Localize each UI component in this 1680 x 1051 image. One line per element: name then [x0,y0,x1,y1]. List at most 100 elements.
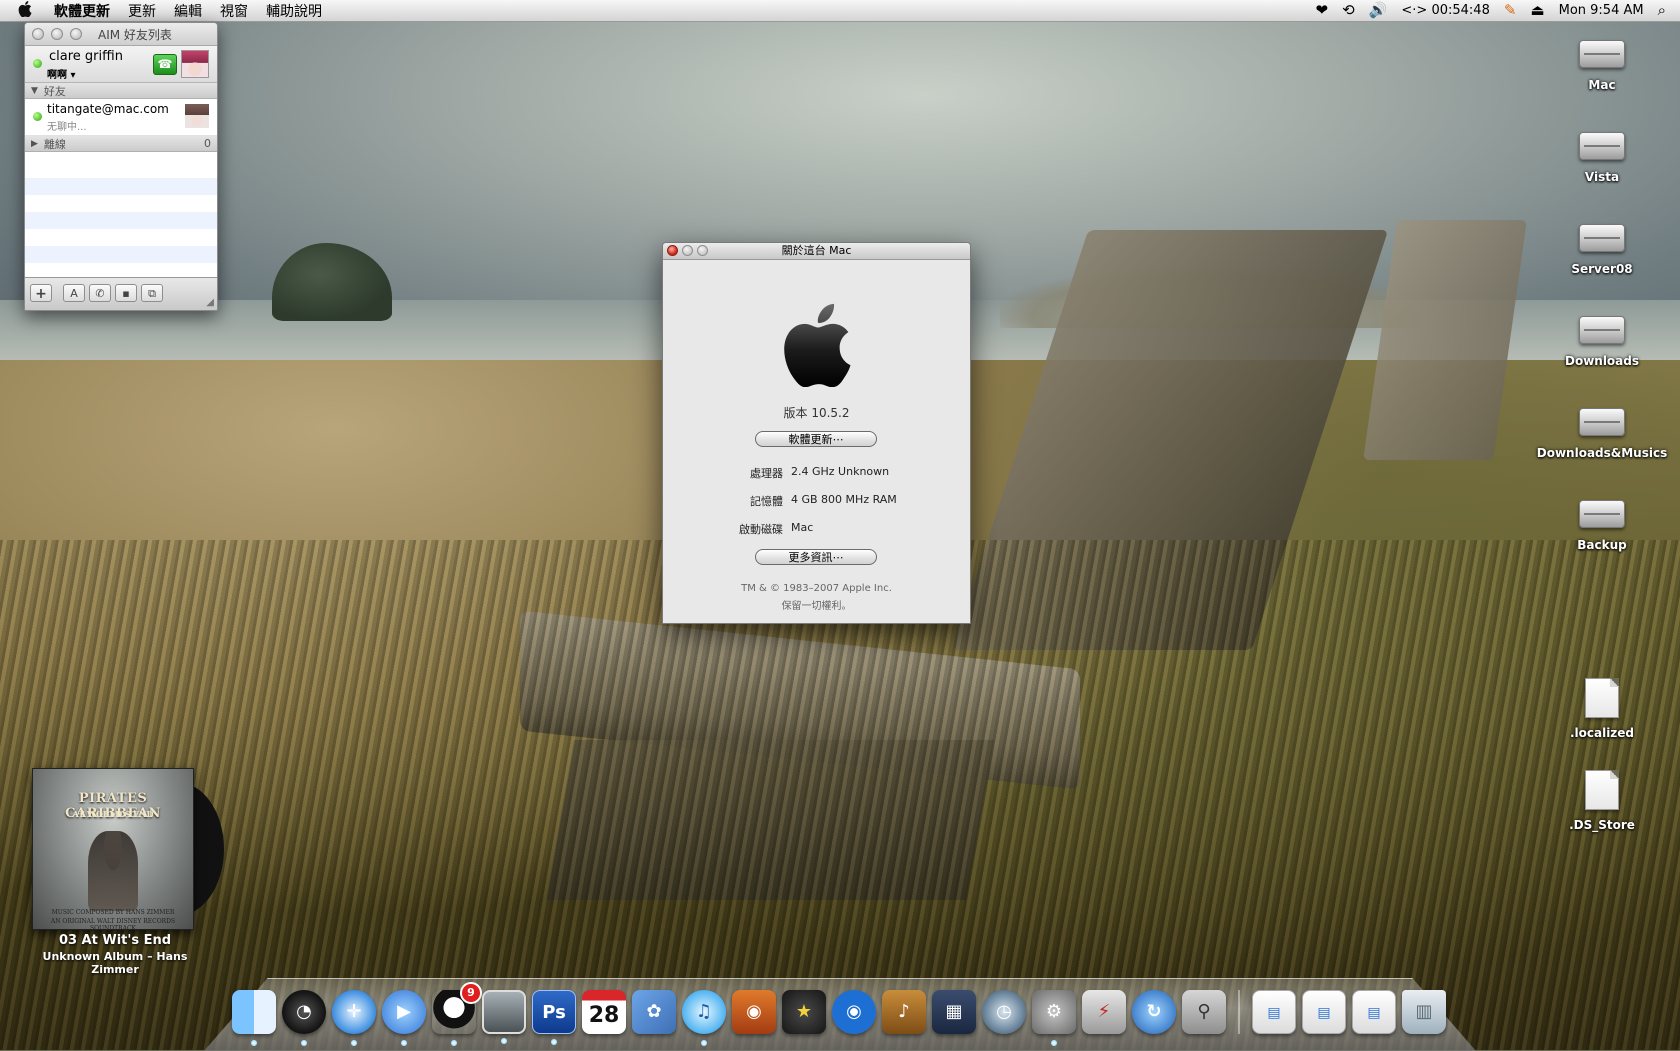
dock-items: ◔ ✛ ▶ 9 Ps 28 ✿ ♫ ◉ ★ ◎ ♪ ▦ ◷ ⚙ ⚡ ↻ ⚲ ▤ … [232,982,1446,1046]
software-update-button[interactable]: 軟體更新⋯ [755,431,877,447]
finder-icon[interactable] [232,990,276,1046]
hard-drive-icon [1579,224,1625,252]
drive-label: Backup [1577,538,1627,552]
running-indicator [401,1040,407,1046]
ical-icon[interactable]: 28 [582,990,626,1034]
network-timer-text: 00:54:48 [1431,3,1490,18]
group-header-buddies[interactable]: ▼ 好友 [25,83,217,99]
system-preferences-icon[interactable]: ⚙ [1032,990,1076,1046]
utility-icon[interactable]: ⚡ [1082,990,1126,1034]
iphoto-icon[interactable]: ✿ [632,990,676,1034]
album-art-app-icon[interactable] [482,990,526,1044]
zoom-button[interactable] [70,28,82,40]
desktop-drive-downloads[interactable]: Downloads [1532,316,1672,368]
memory-value: 4 GB 800 MHz RAM [791,493,897,506]
menu-help[interactable]: 輔助說明 [266,1,322,21]
album-art-credit-2: AN ORIGINAL WALT DISNEY RECORDS SOUNDTRA… [50,918,176,930]
buddy-row[interactable]: titangate@mac.com 无聊中... [25,99,217,136]
online-status-icon [33,59,42,68]
stack-applications-icon[interactable]: ▤ [1352,990,1396,1034]
eject-icon[interactable]: ⏏ [1530,3,1544,18]
menu-bar: 軟體更新 更新 編輯 視窗 輔助說明 ❤ ⟲ 🔊 <·> 00:54:48 ✎ … [0,0,1680,22]
dvd-player-icon[interactable]: ◎ [832,990,876,1034]
drive-label: Downloads [1564,354,1640,368]
menu-window[interactable]: 視窗 [220,1,248,21]
desktop-file-localized[interactable]: .localized [1532,678,1672,740]
hard-drive-icon [1579,408,1625,436]
aim-title-bar[interactable]: AIM 好友列表 [25,23,217,46]
time-machine-icon[interactable]: ⟲ [1342,3,1355,18]
aim-window-title: AIM 好友列表 [98,27,172,42]
desktop-drive-downloads-musics[interactable]: Downloads&Musics [1532,408,1672,460]
sync-icon[interactable]: ↻ [1132,990,1176,1034]
running-indicator [1051,1040,1057,1046]
desktop-drive-mac[interactable]: Mac [1532,40,1672,92]
ichat-icon[interactable]: ▶ [382,990,426,1046]
apple-logo-icon [781,303,853,391]
menu-extras: ❤ ⟲ 🔊 <·> 00:54:48 ✎ ⏏ Mon 9:54 AM ⌕ [1316,3,1666,19]
screen-share-icon[interactable]: ⧉ [141,284,163,302]
menu-update[interactable]: 更新 [128,1,156,21]
menu-edit[interactable]: 編輯 [174,1,202,21]
album-art-credit: MUSIC COMPOSED BY HANS ZIMMER [51,909,175,916]
spotlight-search-icon[interactable]: ⌕ [1658,3,1666,18]
spaces-icon[interactable]: ▦ [932,990,976,1034]
video-chat-icon[interactable]: ▪ [115,284,137,302]
disk-utility-icon[interactable]: ⚲ [1182,990,1226,1034]
buddy-list-empty-area [25,161,217,277]
drive-label: Vista [1584,170,1620,184]
desktop-file-ds-store[interactable]: .DS_Store [1532,770,1672,832]
offline-count: 0 [204,137,211,150]
minimize-button[interactable] [682,245,693,256]
stack-downloads-icon[interactable]: ▤ [1302,990,1346,1034]
audio-chat-icon[interactable]: ✆ [89,284,111,302]
menu-software-update[interactable]: 軟體更新 [54,1,110,21]
heart-icon[interactable]: ❤ [1316,3,1329,18]
stack-documents-icon[interactable]: ▤ [1252,990,1296,1034]
dashboard-icon[interactable]: ◔ [282,990,326,1046]
desktop-drive-server08[interactable]: Server08 [1532,224,1672,276]
trash-icon[interactable]: ▥ [1402,990,1446,1034]
group-header-offline[interactable]: ▶ 離線 0 [25,136,217,152]
aim-my-status[interactable]: clare griffin 啊啊 ▾ ☎ [25,46,217,83]
file-label: .localized [1569,726,1635,740]
photo-booth-icon[interactable]: ◉ [732,990,776,1034]
network-timer[interactable]: <·> 00:54:48 [1401,3,1489,18]
now-playing-track: 03 At Wit's End [58,933,172,948]
time-machine-dock-icon[interactable]: ◷ [982,990,1026,1034]
aim-buddy-list-window: AIM 好友列表 clare griffin 啊啊 ▾ ☎ ▼ 好友 titan… [24,22,218,311]
qq-icon[interactable]: 9 [432,982,482,1046]
add-buddy-button[interactable]: + [30,284,52,302]
more-info-button[interactable]: 更多資訊⋯ [755,549,877,565]
safari-icon[interactable]: ✛ [332,990,376,1046]
about-title-bar[interactable]: 關於這台 Mac [663,243,970,260]
minimize-button[interactable] [51,28,63,40]
pen-icon[interactable]: ✎ [1504,3,1517,18]
resize-grip-icon[interactable]: ◢ [206,297,214,308]
desktop-drive-backup[interactable]: Backup [1532,500,1672,552]
photoshop-icon[interactable]: Ps [532,990,576,1045]
group-offline-label: 離線 [43,137,66,151]
itunes-icon[interactable]: ♫ [682,990,726,1046]
menu-clock[interactable]: Mon 9:54 AM [1559,3,1644,18]
ical-date: 28 [588,1003,620,1028]
memory-label: 記憶體 [750,495,783,508]
album-artwork[interactable]: PIRATES CARIBBEAN AT WORLD'S END MUSIC C… [32,768,194,930]
my-status-text: 啊啊 [47,70,67,81]
garageband-icon[interactable]: ♪ [882,990,926,1034]
imovie-icon[interactable]: ★ [782,990,826,1034]
aim-toolbar: + A ✆ ▪ ⧉ ◢ [25,277,217,310]
desktop-drive-vista[interactable]: Vista [1532,132,1672,184]
close-button[interactable] [667,245,678,256]
phone-icon[interactable]: ☎ [153,54,177,75]
my-screen-name: clare griffin [49,49,123,64]
apple-menu-icon[interactable] [18,0,38,21]
copyright-line: TM & © 1983–2007 Apple Inc. [741,583,892,594]
volume-icon[interactable]: 🔊 [1369,3,1388,18]
close-button[interactable] [32,28,44,40]
zoom-button[interactable] [697,245,708,256]
text-chat-button[interactable]: A [63,284,85,302]
my-avatar[interactable] [181,50,209,78]
startup-disk-label: 啟動磁碟 [739,523,783,536]
my-status-dropdown[interactable]: 啊啊 ▾ [47,66,76,81]
